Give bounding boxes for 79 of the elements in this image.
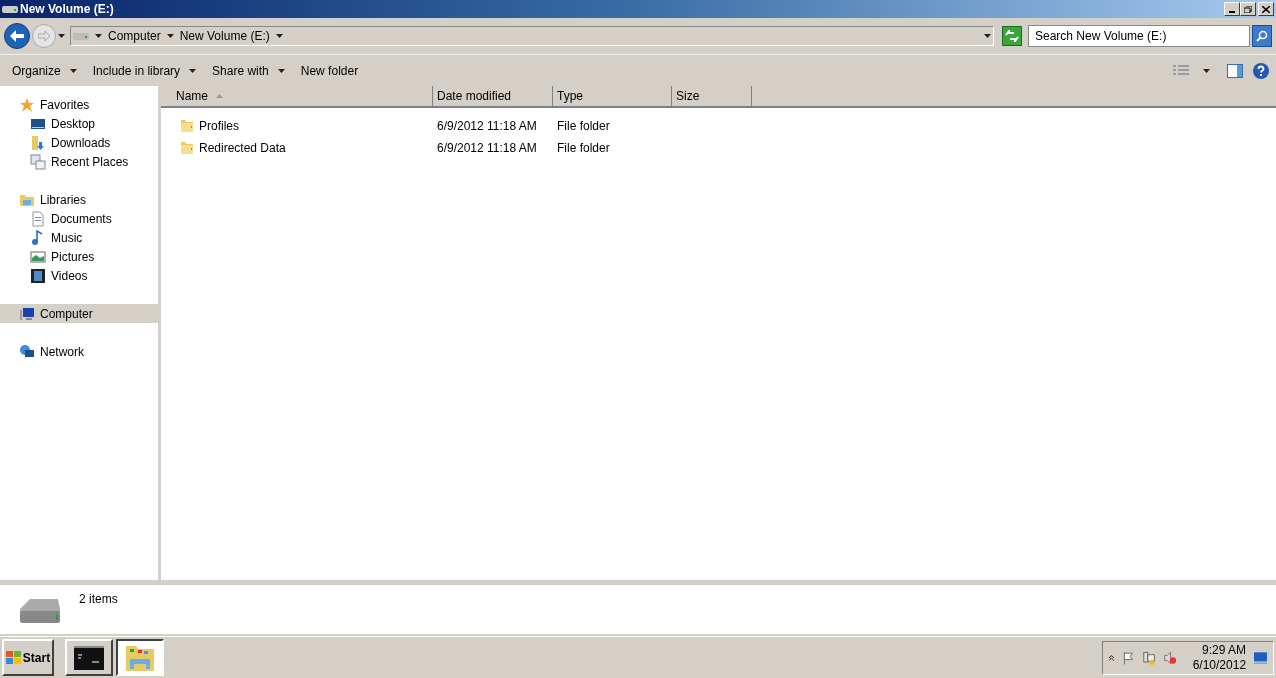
toolbar-button[interactable]: Include in library xyxy=(84,58,205,83)
nav-item[interactable]: Music xyxy=(0,228,158,247)
nav-item[interactable]: Recent Places xyxy=(0,152,158,171)
dropdown-caret-icon xyxy=(277,68,285,73)
help-icon xyxy=(1253,62,1269,79)
date-cell-text: 6/9/2012 11:18 AM xyxy=(436,118,538,135)
type-cell-text: File folder xyxy=(556,140,611,157)
list-view-icon xyxy=(1173,64,1189,77)
restore-button[interactable] xyxy=(1240,2,1256,16)
clock-time: 9:29 AM xyxy=(1202,642,1247,658)
chevron-up-icon[interactable] xyxy=(1109,653,1114,662)
show-desktop-icon[interactable] xyxy=(1254,650,1267,665)
clock-date: 6/10/2012 xyxy=(1192,657,1247,673)
computer-icon xyxy=(19,305,35,322)
star-icon xyxy=(19,96,35,113)
nav-item[interactable]: Documents xyxy=(0,209,158,228)
item-count: 2 items xyxy=(79,591,118,608)
close-icon xyxy=(1262,5,1270,13)
breadcrumb-arrow-icon xyxy=(166,34,174,38)
dropdown-caret-icon xyxy=(69,68,77,73)
nav-item[interactable]: Desktop xyxy=(0,114,158,133)
right-arrow-icon xyxy=(38,31,50,41)
toolbar-button[interactable]: Organize xyxy=(4,58,85,83)
speaker-muted-icon[interactable] xyxy=(1163,649,1177,666)
sort-arrow-icon xyxy=(216,94,223,98)
window-title: New Volume (E:) xyxy=(20,1,114,18)
nav-item[interactable]: Pictures xyxy=(0,247,158,266)
dropdown-caret-icon xyxy=(189,68,197,73)
breadcrumb[interactable]: Computer xyxy=(108,27,161,45)
left-arrow-icon xyxy=(10,30,24,42)
network-warning-icon[interactable] xyxy=(1142,649,1156,666)
windows-logo-icon xyxy=(5,650,22,665)
type-cell-text: File folder xyxy=(556,118,611,135)
column-header[interactable]: Name xyxy=(161,86,433,106)
folder-icon xyxy=(179,118,195,134)
flag-icon[interactable] xyxy=(1121,649,1135,666)
search-icon xyxy=(1256,30,1268,42)
recent-places-icon xyxy=(30,153,46,170)
restore-icon xyxy=(1244,5,1252,13)
breadcrumb-arrow-icon xyxy=(95,34,102,38)
file-name[interactable]: Redirected Data xyxy=(199,139,286,157)
breadcrumb[interactable]: New Volume (E:) xyxy=(179,27,270,45)
drive-icon xyxy=(73,31,89,41)
column-header[interactable]: Date modified xyxy=(433,86,553,106)
file-name[interactable]: Profiles xyxy=(199,117,239,135)
preview-pane-icon xyxy=(1227,63,1243,78)
nav-item[interactable]: Downloads xyxy=(0,133,158,152)
start-button[interactable]: Start xyxy=(2,639,54,676)
search-field[interactable]: Search New Volume (E:) xyxy=(1028,25,1250,47)
toolbar-button[interactable]: New folder xyxy=(292,58,367,83)
nav-item[interactable]: Libraries xyxy=(0,190,158,209)
refresh-button[interactable] xyxy=(1002,26,1022,46)
pictures-icon xyxy=(30,248,46,265)
date-cell-text: 6/9/2012 11:18 AM xyxy=(436,140,538,157)
back-button[interactable] xyxy=(4,23,30,49)
search-button[interactable] xyxy=(1252,25,1272,47)
document-icon xyxy=(30,210,46,227)
nav-item[interactable]: Network xyxy=(0,342,158,361)
close-button[interactable] xyxy=(1258,2,1274,16)
download-folder-icon xyxy=(30,134,46,151)
dropdown-caret-icon xyxy=(1203,68,1210,73)
minimize-button[interactable] xyxy=(1224,2,1240,16)
console-icon xyxy=(74,645,104,670)
nav-item[interactable]: Videos xyxy=(0,266,158,285)
column-header[interactable]: Size xyxy=(672,86,752,106)
film-icon xyxy=(30,267,46,284)
nav-item[interactable]: Computer xyxy=(0,304,158,323)
column-header[interactable]: Type xyxy=(553,86,672,106)
nav-item[interactable]: Favorites xyxy=(0,95,158,114)
drive-icon xyxy=(2,4,18,14)
taskbar-button[interactable] xyxy=(116,639,164,676)
breadcrumb-arrow-icon xyxy=(275,34,283,38)
refresh-icon xyxy=(1005,30,1019,42)
folder-icon xyxy=(179,140,195,156)
network-icon xyxy=(19,343,35,360)
caret-icon xyxy=(58,34,65,38)
toolbar-button[interactable]: Share with xyxy=(204,58,293,83)
address-dropdown-icon xyxy=(984,34,991,38)
address-bar[interactable]: Computer New Volume (E:) xyxy=(70,26,994,46)
